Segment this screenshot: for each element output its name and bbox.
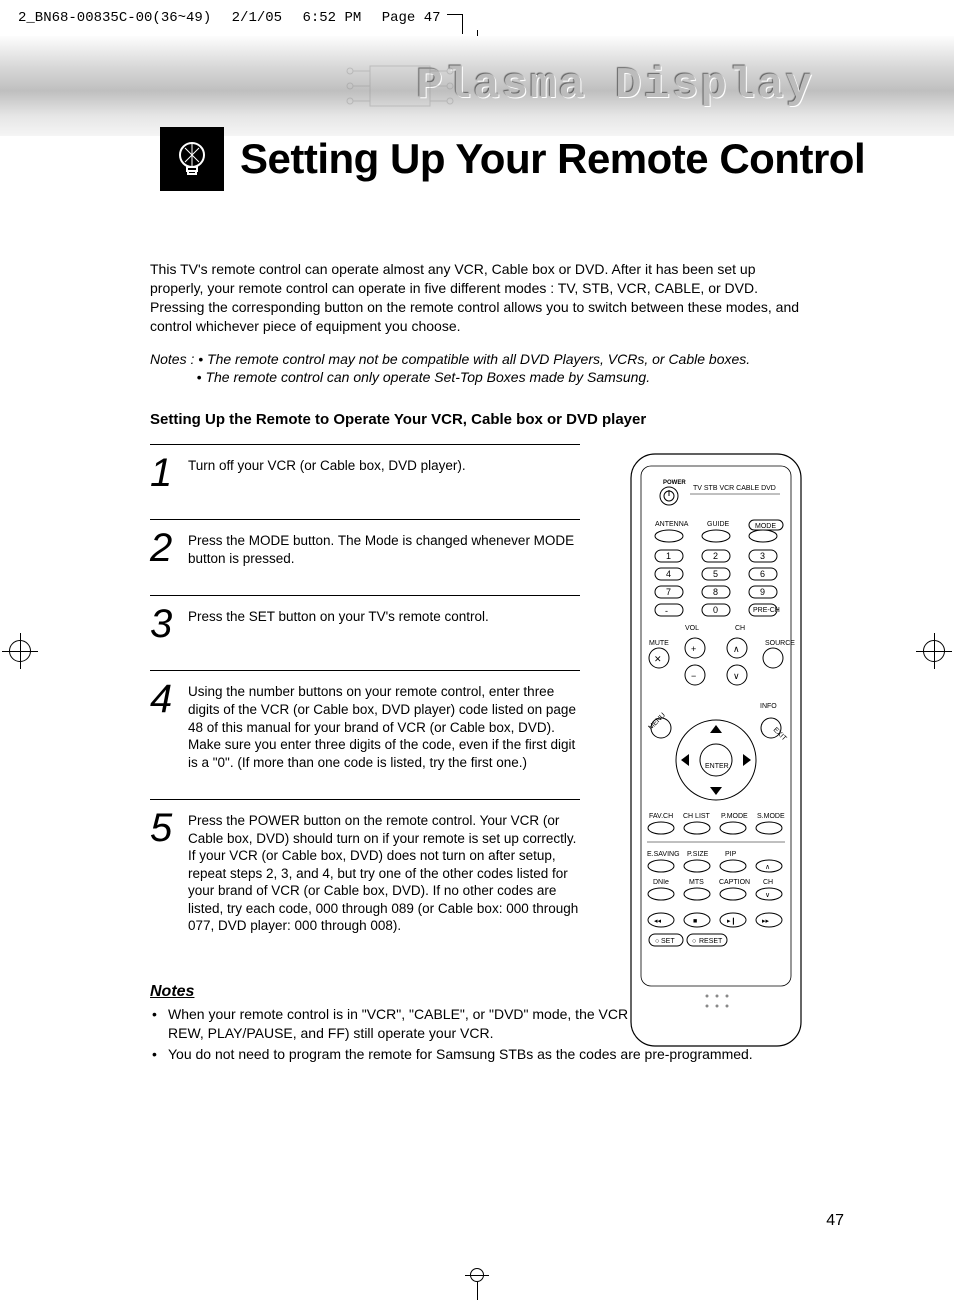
registration-mark-left <box>5 640 35 670</box>
svg-text:7: 7 <box>666 587 671 597</box>
steps-list: 1 Turn off your VCR (or Cable box, DVD p… <box>150 444 580 963</box>
print-page: Page 47 <box>382 10 441 26</box>
svg-text:○: ○ <box>692 938 696 945</box>
svg-text:○: ○ <box>655 938 659 945</box>
svg-text:FAV.CH: FAV.CH <box>649 813 673 820</box>
svg-text:P.SIZE: P.SIZE <box>687 851 709 858</box>
subheading: Setting Up the Remote to Operate Your VC… <box>150 411 810 428</box>
svg-text:∨: ∨ <box>765 892 770 899</box>
svg-text:∧: ∧ <box>765 864 770 871</box>
circuit-decoration <box>330 46 510 126</box>
svg-text:▸▸: ▸▸ <box>762 918 770 925</box>
svg-text:■: ■ <box>693 918 697 925</box>
svg-text:P.MODE: P.MODE <box>721 813 748 820</box>
page-title: Setting Up Your Remote Control <box>240 135 865 183</box>
step-3: 3 Press the SET button on your TV's remo… <box>150 595 580 670</box>
step-number: 5 <box>150 810 178 935</box>
step-text: Using the number buttons on your remote … <box>188 681 580 771</box>
svg-text:▸❙: ▸❙ <box>727 917 736 925</box>
svg-text:PRE-CH: PRE-CH <box>753 607 780 614</box>
svg-text:3: 3 <box>760 551 765 561</box>
svg-text:6: 6 <box>760 569 765 579</box>
step-number: 4 <box>150 681 178 771</box>
step-text: Press the MODE button. The Mode is chang… <box>188 530 580 567</box>
remote-control-illustration: .lbl{font:7px Arial;fill:#000;} .lblb{fo… <box>625 450 807 1050</box>
inline-note-1: The remote control may not be compatible… <box>207 351 750 367</box>
svg-text:E.SAVING: E.SAVING <box>647 851 680 858</box>
svg-text:5: 5 <box>713 569 718 579</box>
step-text: Press the POWER button on the remote con… <box>188 810 580 935</box>
print-time: 6:52 PM <box>302 10 361 26</box>
svg-text:-: - <box>665 606 668 616</box>
svg-text:ENTER: ENTER <box>705 763 729 770</box>
crop-mark-icon <box>447 14 463 34</box>
page-number: 47 <box>826 1212 844 1230</box>
svg-text:CH: CH <box>763 879 773 886</box>
step-2: 2 Press the MODE button. The Mode is cha… <box>150 519 580 595</box>
svg-text:+: + <box>691 644 696 654</box>
svg-text:MUTE: MUTE <box>649 640 669 647</box>
step-text: Turn off your VCR (or Cable box, DVD pla… <box>188 455 466 491</box>
svg-text:9: 9 <box>760 587 765 597</box>
svg-text:DNIe: DNIe <box>653 879 669 886</box>
svg-text:SOURCE: SOURCE <box>765 640 795 647</box>
svg-text:RESET: RESET <box>699 938 723 945</box>
svg-text:S.MODE: S.MODE <box>757 813 785 820</box>
svg-text:4: 4 <box>666 569 671 579</box>
title-block: Setting Up Your Remote Control <box>160 127 865 191</box>
step-number: 2 <box>150 530 178 567</box>
svg-text:∧: ∧ <box>733 644 740 654</box>
inline-notes: Notes : • The remote control may not be … <box>150 350 810 388</box>
header-banner: Plasma Display <box>0 36 954 136</box>
registration-mark-bottom <box>470 1268 484 1302</box>
svg-text:VOL: VOL <box>685 625 699 632</box>
svg-text:INFO: INFO <box>760 703 777 710</box>
print-date: 2/1/05 <box>232 10 282 26</box>
step-5: 5 Press the POWER button on the remote c… <box>150 799 580 963</box>
remote-modes: TV STB VCR CABLE DVD <box>693 485 776 492</box>
step-1: 1 Turn off your VCR (or Cable box, DVD p… <box>150 444 580 519</box>
svg-text:∨: ∨ <box>733 671 740 681</box>
inline-note-2: The remote control can only operate Set-… <box>205 369 650 385</box>
registration-mark-right <box>919 640 949 670</box>
svg-text:CH: CH <box>735 625 745 632</box>
inline-notes-label: Notes : <box>150 351 194 367</box>
step-4: 4 Using the number buttons on your remot… <box>150 670 580 799</box>
svg-text:8: 8 <box>713 587 718 597</box>
svg-text:CH LIST: CH LIST <box>683 813 711 820</box>
svg-text:MODE: MODE <box>755 523 776 530</box>
svg-text:−: − <box>691 671 696 681</box>
step-number: 3 <box>150 606 178 642</box>
svg-text:PIP: PIP <box>725 851 737 858</box>
svg-text:1: 1 <box>666 551 671 561</box>
svg-text:◂◂: ◂◂ <box>654 918 662 925</box>
step-number: 1 <box>150 455 178 491</box>
intro-paragraph: This TV's remote control can operate alm… <box>150 260 810 336</box>
svg-text:SET: SET <box>661 938 675 945</box>
svg-text:ANTENNA: ANTENNA <box>655 521 689 528</box>
svg-text:0: 0 <box>713 605 718 615</box>
svg-text:2: 2 <box>713 551 718 561</box>
remote-power-label: POWER <box>663 480 686 486</box>
svg-text:CAPTION: CAPTION <box>719 879 750 886</box>
print-filename: 2_BN68-00835C-00(36~49) <box>18 10 211 26</box>
svg-text:✕: ✕ <box>654 654 662 664</box>
svg-text:GUIDE: GUIDE <box>707 521 730 528</box>
step-text: Press the SET button on your TV's remote… <box>188 606 489 642</box>
lightbulb-icon <box>160 127 224 191</box>
svg-text:MTS: MTS <box>689 879 704 886</box>
